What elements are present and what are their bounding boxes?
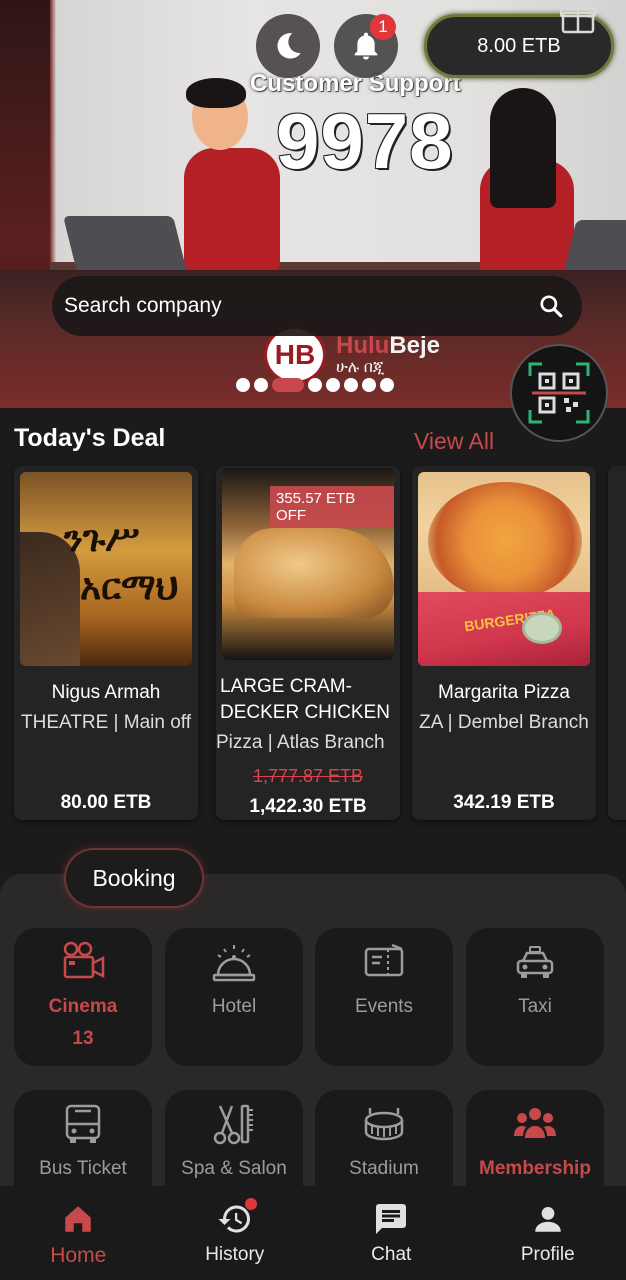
nav-history[interactable]: History	[157, 1186, 314, 1280]
deal-name: Margarita Pizza	[438, 682, 570, 703]
chat-icon	[376, 1204, 407, 1234]
qr-scan-button[interactable]	[510, 344, 608, 442]
booking-tile-label: Cinema	[48, 996, 118, 1017]
moon-icon	[277, 33, 301, 59]
booking-tile-hotel[interactable]: Hotel	[165, 928, 303, 1066]
carousel-dot[interactable]	[344, 378, 358, 392]
pizza-pie	[428, 482, 582, 600]
booking-tile-count: 13	[72, 1028, 94, 1049]
carousel-dot[interactable]	[362, 378, 376, 392]
carousel-dot[interactable]	[380, 378, 394, 392]
pizza-crust	[234, 528, 394, 618]
support-number: 9978	[276, 97, 454, 185]
history-badge	[244, 1198, 257, 1210]
logo-sub: ሁሉ በጂ	[336, 359, 385, 376]
search-icon[interactable]	[538, 293, 564, 319]
bus-icon	[65, 1104, 101, 1143]
view-all-link[interactable]: View All	[414, 428, 494, 455]
sauce-cup	[522, 612, 562, 644]
nav-label: Profile	[520, 1244, 575, 1265]
deal-image-pizza: 355.57 ETB OFF	[222, 468, 394, 660]
deal-old-price: 1,777.87 ETB	[252, 766, 364, 786]
booking-tile-label: Membership	[479, 1158, 591, 1179]
deal-image-theatre: ንጉሥ አርማህ	[20, 472, 192, 666]
qr-code-icon	[528, 362, 590, 424]
nav-chat[interactable]: Chat	[313, 1186, 470, 1280]
deals-carousel[interactable]: ንጉሥ አርማህ Nigus Armah THEATRE | Main off …	[14, 466, 626, 826]
pizza-box: BURGERIZZA	[418, 592, 590, 666]
deal-card[interactable]: 355.57 ETB OFF LARGE CRAM- DECKER CHICKE…	[216, 466, 400, 820]
nav-label: Home	[50, 1244, 107, 1267]
people-group-icon	[514, 1108, 556, 1138]
booking-tile-cinema[interactable]: Cinema 13	[14, 928, 152, 1066]
nav-label: History	[205, 1244, 265, 1265]
booking-tile-label: Bus Ticket	[39, 1158, 127, 1179]
booking-tile-label: Spa & Salon	[181, 1158, 287, 1179]
movie-camera-icon	[63, 941, 105, 979]
deal-subtitle: THEATRE | Main off	[21, 712, 191, 733]
app-root: Customer Support 9978 HB HuluBeje ሁሉ በጂ …	[0, 0, 626, 1280]
logo-name-a: Hulu	[336, 332, 390, 359]
scissors-comb-icon	[213, 1104, 253, 1145]
carousel-dots[interactable]	[236, 378, 394, 392]
stadium-icon	[364, 1108, 404, 1141]
carousel-dot-active[interactable]	[272, 378, 304, 392]
deals-title: Today's Deal	[14, 424, 166, 452]
deal-card-partial[interactable]	[608, 466, 626, 820]
deal-name: Nigus Armah	[51, 682, 161, 703]
carousel-dot[interactable]	[308, 378, 322, 392]
nav-home[interactable]: Home	[0, 1186, 157, 1280]
booking-tile-taxi[interactable]: Taxi	[466, 928, 604, 1066]
theatre-title-line2: አርማህ	[80, 566, 179, 607]
bottom-nav: Home History Chat Profile	[0, 1186, 626, 1280]
deal-subtitle: ZA | Dembel Branch	[419, 712, 589, 733]
deal-image-margarita: BURGERIZZA	[418, 472, 590, 666]
logo-name-b: Beje	[389, 332, 441, 359]
dark-mode-button[interactable]	[256, 14, 320, 78]
deal-card[interactable]: ንጉሥ አርማህ Nigus Armah THEATRE | Main off …	[14, 466, 198, 820]
booking-tile-label: Hotel	[211, 996, 257, 1017]
ticket-icon	[364, 943, 404, 977]
home-icon	[65, 1206, 91, 1232]
agent-left-laptop	[63, 216, 187, 272]
booking-tab[interactable]: Booking	[64, 848, 204, 908]
booking-tile-label: Taxi	[518, 996, 552, 1017]
taxi-icon	[516, 946, 554, 978]
deal-name-line2: DECKER CHICKEN	[220, 702, 390, 723]
profile-icon	[535, 1206, 561, 1232]
deal-price: 342.19 ETB	[453, 792, 555, 813]
theatre-title-line1: ንጉሥ	[64, 518, 140, 559]
booking-tile-label: Events	[354, 996, 414, 1017]
deal-price: 80.00 ETB	[60, 792, 152, 813]
gift-icon[interactable]	[560, 2, 596, 34]
logo-text: HuluBeje ሁሉ በጂ	[336, 334, 440, 376]
deal-card[interactable]: BURGERIZZA Margarita Pizza ZA | Dembel B…	[412, 466, 596, 820]
deal-name-line1: LARGE CRAM-	[220, 676, 352, 697]
agent-left-body	[184, 148, 280, 270]
deal-subtitle: Pizza | Atlas Branch	[216, 732, 385, 753]
reception-bell-icon	[212, 945, 256, 982]
deal-price: 1,422.30 ETB	[249, 796, 367, 817]
discount-badge: 355.57 ETB OFF	[270, 486, 394, 528]
search-input[interactable]	[64, 294, 538, 318]
carousel-dot[interactable]	[326, 378, 340, 392]
nav-profile[interactable]: Profile	[470, 1186, 626, 1280]
booking-tile-events[interactable]: Events	[315, 928, 453, 1066]
search-bar[interactable]	[52, 276, 582, 336]
agent-left-hair	[186, 78, 246, 108]
notification-badge: 1	[370, 14, 396, 40]
booking-tile-label: Stadium	[349, 1158, 419, 1179]
carousel-dot[interactable]	[254, 378, 268, 392]
agent-right-hair	[490, 88, 556, 208]
nav-label: Chat	[371, 1244, 412, 1265]
carousel-dot[interactable]	[236, 378, 250, 392]
